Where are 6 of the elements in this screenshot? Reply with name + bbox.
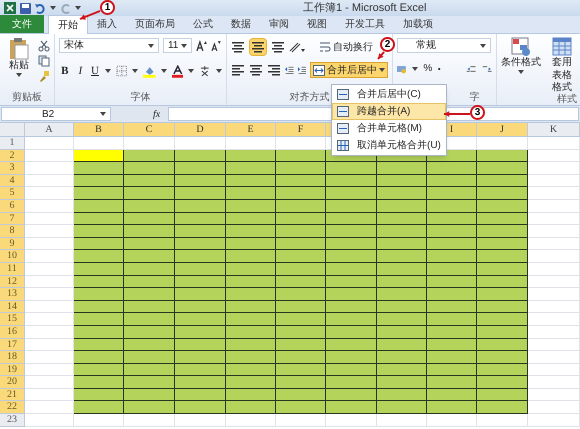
group-label: 字 bbox=[470, 93, 480, 105]
group-label: 剪贴板 bbox=[12, 93, 42, 105]
group-label: 对齐方式 bbox=[290, 93, 330, 105]
window-title: 工作簿1 - Microsoft Excel bbox=[303, 0, 426, 16]
group-label: 样式 bbox=[557, 94, 577, 105]
group-label: 字体 bbox=[130, 93, 150, 105]
